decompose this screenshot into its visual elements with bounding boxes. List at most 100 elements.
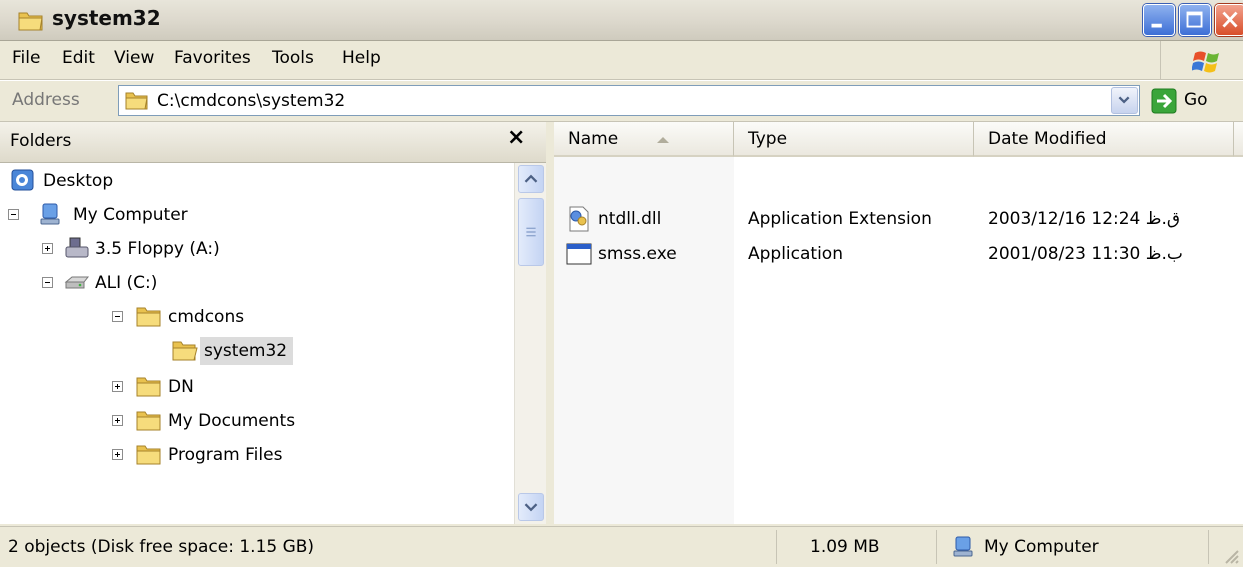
address-input[interactable]: C:\cmdcons\system32 [118, 85, 1140, 116]
column-header-label: Type [748, 129, 788, 149]
menu-separator [1160, 41, 1161, 79]
tree-item-label: ALI (C:) [95, 273, 158, 293]
expand-toggle[interactable] [112, 381, 123, 392]
folder-icon [125, 92, 148, 110]
menu-tools[interactable]: Tools [272, 48, 314, 68]
tree-item-label: 3.5 Floppy (A:) [95, 239, 220, 259]
chevron-down-icon [524, 503, 538, 512]
folders-title: Folders [10, 131, 72, 151]
plus-icon [115, 452, 120, 457]
column-header-label: Date Modified [988, 129, 1107, 149]
scroll-up-button[interactable] [518, 165, 544, 193]
close-button[interactable] [1215, 4, 1243, 36]
status-size-text: 1.09 MB [810, 537, 880, 557]
expand-toggle[interactable] [112, 449, 123, 460]
folders-pane: Folders × Desktop My Computer 3.5 Floppy… [0, 122, 547, 524]
folder-icon [136, 307, 161, 327]
hard-drive-icon [64, 276, 90, 289]
tree-item-label: cmdcons [168, 307, 245, 327]
column-header-filler [1234, 122, 1243, 157]
folder-tree: Desktop My Computer 3.5 Floppy (A:) ALI … [0, 163, 514, 524]
status-zone: My Computer [936, 530, 1209, 564]
floppy-drive-icon [65, 237, 89, 258]
file-type: Application [748, 244, 843, 264]
address-path: C:\cmdcons\system32 [157, 91, 346, 111]
tree-item-label: My Computer [73, 205, 188, 225]
file-type: Application Extension [748, 209, 932, 229]
column-header-name[interactable]: Name [554, 122, 734, 157]
chevron-down-icon [1118, 96, 1130, 104]
file-name: ntdll.dll [598, 209, 662, 229]
close-icon [1222, 11, 1238, 28]
open-folder-icon [172, 341, 198, 361]
status-objects-text: 2 objects (Disk free space: 1.15 GB) [8, 537, 315, 557]
folder-icon [18, 12, 43, 31]
folders-close-button[interactable]: × [507, 125, 525, 150]
tree-item-label: My Documents [168, 411, 296, 431]
tree-item-label: DN [168, 377, 194, 397]
grip-icon [526, 227, 536, 237]
tree-item-label: Program Files [168, 445, 283, 465]
computer-icon [40, 203, 60, 225]
exe-file-icon [566, 243, 592, 265]
menu-favorites[interactable]: Favorites [174, 48, 251, 68]
status-zone-text: My Computer [984, 537, 1099, 557]
go-arrow-icon[interactable] [1151, 88, 1177, 114]
menu-edit[interactable]: Edit [62, 48, 95, 68]
menu-file[interactable]: File [12, 48, 40, 68]
collapse-toggle[interactable] [112, 311, 123, 322]
column-header-label: Name [568, 129, 619, 149]
menu-help[interactable]: Help [342, 48, 381, 68]
dll-file-icon [569, 206, 589, 232]
address-dropdown-button[interactable] [1111, 87, 1138, 114]
minimize-button[interactable] [1143, 4, 1175, 36]
file-date-modified: 2003/12/16 12:24 ق.ظ [988, 209, 1181, 229]
explorer-window: system32 File Edit View Favorites Tools … [0, 0, 1243, 567]
expand-toggle[interactable] [42, 243, 53, 254]
column-header-date-modified[interactable]: Date Modified [974, 122, 1234, 157]
folders-scrollbar[interactable] [514, 163, 547, 524]
scroll-thumb[interactable] [518, 198, 544, 266]
expand-toggle[interactable] [112, 415, 123, 426]
file-list: Name Type Date Modified ntdll.dll Applic… [554, 122, 1243, 524]
tree-item-label: system32 [200, 337, 294, 365]
minimize-icon [1151, 23, 1162, 28]
scroll-down-button[interactable] [518, 493, 544, 521]
status-bar: 2 objects (Disk free space: 1.15 GB) 1.0… [0, 526, 1243, 567]
column-header-type[interactable]: Type [734, 122, 974, 157]
maximize-icon [1186, 11, 1203, 28]
menu-bar: File Edit View Favorites Tools Help [0, 41, 1243, 80]
plus-icon [115, 418, 120, 423]
plus-icon [45, 246, 50, 251]
title-bar[interactable]: system32 [0, 0, 1243, 41]
minus-icon [115, 316, 120, 317]
tree-item-label: Desktop [43, 171, 114, 191]
minus-icon [11, 214, 16, 215]
go-button[interactable]: Go [1184, 90, 1208, 110]
file-row[interactable]: ntdll.dll Application Extension 2003/12/… [554, 206, 1243, 234]
minus-icon [45, 282, 50, 283]
plus-icon [115, 384, 120, 389]
desktop-icon [11, 169, 34, 191]
address-label: Address [12, 90, 80, 110]
maximize-button[interactable] [1179, 4, 1211, 36]
chevron-up-icon [524, 174, 538, 183]
status-size: 1.09 MB [776, 530, 937, 564]
resize-grip-icon[interactable] [1222, 547, 1240, 565]
collapse-toggle[interactable] [42, 277, 53, 288]
folder-icon [136, 377, 161, 397]
folders-header: Folders × [0, 122, 546, 163]
collapse-toggle[interactable] [8, 209, 19, 220]
computer-icon [953, 536, 973, 557]
folder-icon [136, 445, 161, 465]
menu-view[interactable]: View [114, 48, 154, 68]
window-title: system32 [52, 6, 161, 30]
address-bar: Address C:\cmdcons\system32 Go [0, 80, 1243, 122]
status-objects: 2 objects (Disk free space: 1.15 GB) [0, 530, 777, 564]
windows-logo-icon [1192, 51, 1219, 73]
folder-icon [136, 411, 161, 431]
pane-splitter[interactable] [546, 122, 554, 524]
file-name: smss.exe [598, 244, 677, 264]
file-row[interactable]: smss.exe Application 2001/08/23 11:30 ب.… [554, 241, 1243, 269]
file-date-modified: 2001/08/23 11:30 ب.ظ [988, 244, 1183, 264]
